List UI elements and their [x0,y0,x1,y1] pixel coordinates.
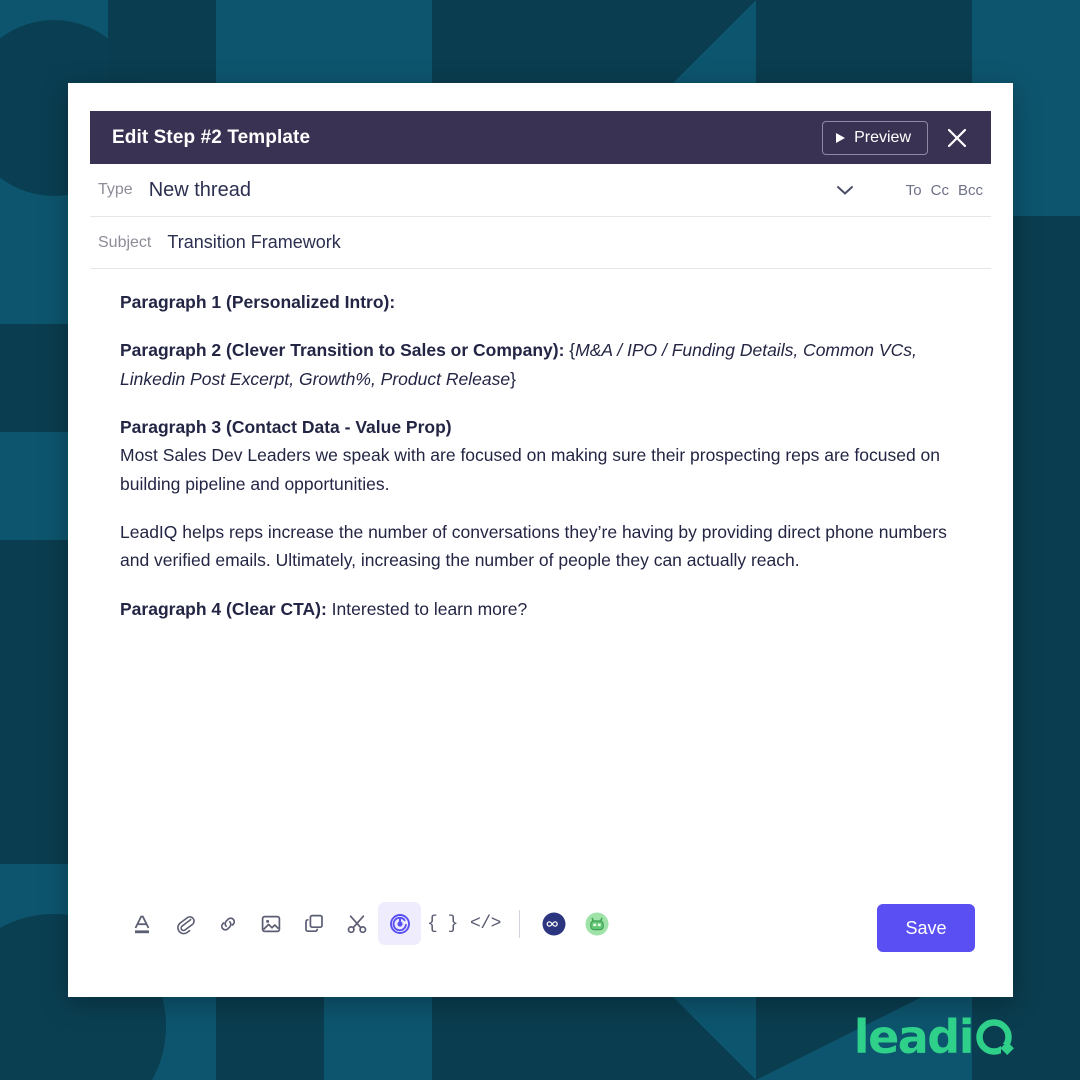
paragraph-2-heading: Paragraph 2 (Clever Transition to Sales … [120,340,565,361]
paragraph-3-text-2: LeadIQ helps reps increase the number of… [120,522,947,571]
image-icon [261,915,280,932]
close-icon [947,128,967,147]
logo-wordmark: leadi [853,1010,975,1064]
editor-toolbar: { } </> [120,902,618,945]
paragraph-3-block: Paragraph 3 (Contact Data - Value Prop) … [120,413,980,498]
dialog-titlebar: Edit Step #2 Template Preview [90,111,991,164]
paragraph-4-text: Interested to learn more? [326,598,528,619]
toolbar-divider [519,909,520,938]
ai-bot-button[interactable] [575,902,618,945]
subject-label: Subject [98,233,152,251]
tracking-icon [389,913,410,934]
variable-braces-icon: { } [427,913,458,934]
subject-input[interactable]: Transition Framework [151,232,991,253]
text-color-button[interactable] [120,902,163,945]
variable-button[interactable]: { } [421,902,464,945]
link-button[interactable] [206,902,249,945]
paragraph-4-heading: Paragraph 4 (Clear CTA): [120,598,327,619]
type-dropdown-button[interactable] [832,177,858,203]
type-label: Type [98,181,133,198]
to-toggle[interactable]: To [906,182,922,199]
email-body-editor[interactable]: Paragraph 1 (Personalized Intro): Paragr… [120,288,980,938]
link-icon [220,916,235,931]
paragraph-1-block: Paragraph 1 (Personalized Intro): [120,288,980,316]
paragraph-3-value-text-block: LeadIQ helps reps increase the number of… [120,518,980,575]
snippet-cut-button[interactable] [335,902,378,945]
leadiq-logo: leadi [854,1010,1018,1060]
dialog-title: Edit Step #2 Template [112,126,311,148]
paragraph-1-heading: Paragraph 1 (Personalized Intro): [120,292,396,312]
paragraph-2-close-brace: } [510,368,516,389]
insert-image-button[interactable] [249,902,292,945]
tracking-button[interactable] [378,902,421,945]
subject-row: Subject Transition Framework [90,217,991,269]
attachment-icon [176,915,195,934]
recipient-toggles: To Cc Bcc [906,182,991,199]
chevron-down-icon [836,186,853,195]
bot-icon [585,912,608,935]
scissors-icon [347,914,366,933]
logo-q-mark [976,1019,1014,1055]
cc-toggle[interactable]: Cc [931,182,949,199]
paragraph-2-open-brace: { [564,340,576,361]
text-color-icon [134,915,149,933]
type-row: Type New thread To Cc Bcc [90,164,991,217]
copy-icon [304,914,323,932]
type-value[interactable]: New thread [133,179,832,202]
paragraph-3-text: Most Sales Dev Leaders we speak with are… [120,445,941,494]
attachment-button[interactable] [163,902,206,945]
paragraph-2-block: Paragraph 2 (Clever Transition to Sales … [120,336,980,393]
paragraph-4-block: Paragraph 4 (Clear CTA): Interested to l… [120,595,980,623]
save-button[interactable]: Save [877,904,975,952]
close-button[interactable] [937,118,977,158]
preview-button-label: Preview [854,128,911,146]
preview-button[interactable]: Preview [822,120,928,155]
code-icon: </> [470,913,501,934]
copy-button[interactable] [292,902,335,945]
code-button[interactable]: </> [464,902,507,945]
infinity-integration-button[interactable] [532,902,575,945]
edit-template-dialog: Edit Step #2 Template Preview Type New t… [68,83,1013,997]
play-icon [836,132,846,143]
bcc-toggle[interactable]: Bcc [958,182,983,199]
paragraph-3-heading: Paragraph 3 (Contact Data - Value Prop) [120,417,452,438]
infinity-icon [542,912,565,935]
